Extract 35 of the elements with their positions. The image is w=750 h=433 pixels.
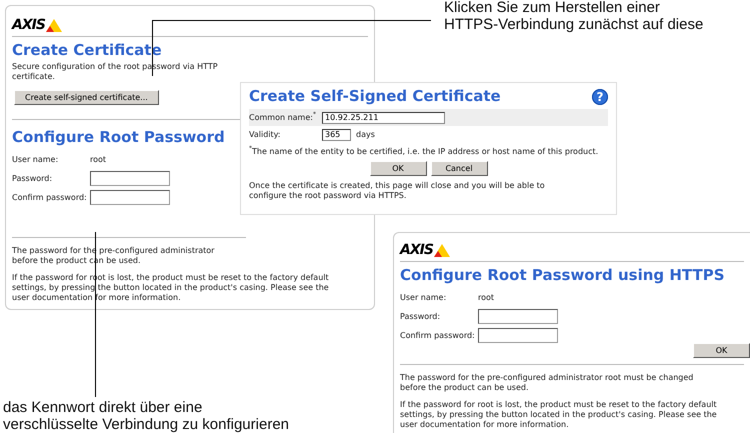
password-field[interactable]	[90, 190, 170, 205]
triangle-logo-icon	[46, 19, 62, 32]
logo-text: AXIS	[12, 18, 45, 32]
password-field[interactable]	[478, 309, 558, 324]
field-label: Common name:$^{*}$	[249, 113, 317, 122]
dialog-button[interactable]: Cancel	[430, 161, 488, 176]
validity-field[interactable]: 365	[322, 128, 351, 140]
field-value: root	[90, 155, 106, 164]
logo-text: AXIS	[400, 243, 433, 257]
ok-button[interactable]: OK	[693, 343, 750, 358]
info-text: The password for the pre-configured administrator root must be changed before the product can be used.	[400, 373, 694, 393]
section-title: Configure Root Password	[12, 128, 225, 147]
help-icon[interactable]: ?	[592, 88, 608, 104]
create-certificate-button[interactable]: Create self-signed certificate...	[14, 90, 159, 105]
field-label: Confirm password:	[400, 331, 476, 340]
section-title: Configure Root Password using HTTPS	[400, 266, 725, 285]
info-text: If the password for root is lost, the product must be reset to the factory default settings, by pressing the button located in the product's casing. Please see the user documentation for more information.	[400, 400, 718, 430]
common-name-field[interactable]: 10.92.25.211	[322, 112, 445, 124]
password-field[interactable]	[478, 328, 558, 343]
triangle-logo-icon	[434, 244, 450, 257]
field-value: root	[478, 293, 494, 302]
field-label: Password:	[400, 312, 442, 321]
callout-text: das Kennwort direkt über eine verschlüsselte Verbindung zu konfigurieren	[3, 399, 290, 433]
field-label: Validity:	[249, 130, 282, 139]
field-label: User name:	[400, 293, 448, 302]
dialog-title: Create Self-Signed Certificate	[249, 87, 501, 106]
info-text: Once the certificate is created, this page will close and you will be able to configure the root password via HTTPS.	[249, 181, 546, 201]
unit-label: days	[356, 130, 375, 139]
field-label: Password:	[12, 174, 54, 183]
field-label: Confirm password:	[12, 193, 88, 202]
callout-text: Klicken Sie zum Herstellen einer HTTPS-Verbindung zunächst auf diese	[444, 0, 704, 33]
field-label: User name:	[12, 155, 60, 164]
dialog-button[interactable]: OK	[370, 161, 426, 176]
password-field[interactable]	[90, 171, 170, 186]
footnote-text: $^{*}$The name of the entity to be certified, i.e. the IP address or host name of this product.	[249, 147, 600, 157]
